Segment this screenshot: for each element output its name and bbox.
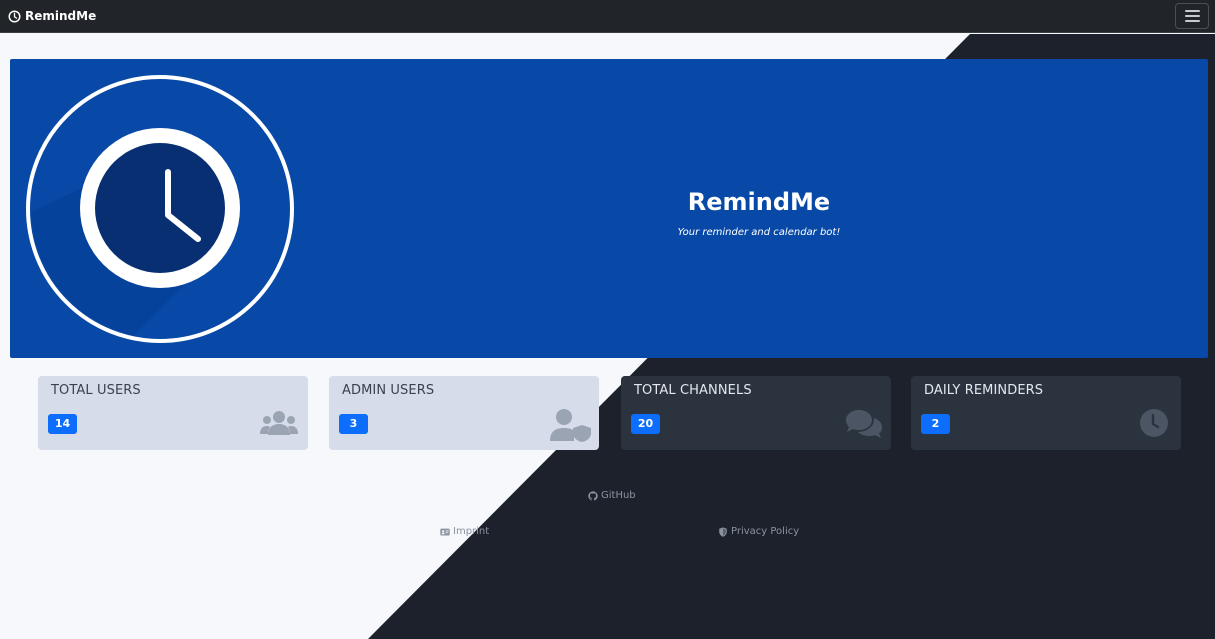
brand-label: RemindMe (25, 9, 97, 23)
top-navbar: RemindMe (0, 0, 1215, 33)
shield-icon (719, 526, 727, 537)
privacy-policy-link[interactable]: Privacy Policy (718, 526, 799, 537)
stat-card-total-channels: TOTAL CHANNELS 20 (621, 376, 891, 450)
comments-icon (846, 410, 882, 438)
github-link[interactable]: GitHub (588, 490, 636, 501)
privacy-policy-label: Privacy Policy (731, 526, 800, 537)
github-icon (588, 490, 598, 500)
id-card-icon (440, 528, 450, 535)
github-label: GitHub (601, 490, 636, 501)
clock-logo-icon (26, 75, 294, 343)
stat-label: DAILY REMINDERS (924, 383, 1044, 398)
hero-title: RemindMe (687, 188, 831, 216)
imprint-label: Imprint (453, 526, 490, 537)
imprint-link[interactable]: Imprint (440, 526, 489, 537)
clock-icon (8, 9, 21, 23)
hero-banner: RemindMe Your reminder and calendar bot! (10, 59, 1208, 358)
hero-subtitle: Your reminder and calendar bot! (677, 227, 841, 238)
stat-label: ADMIN USERS (342, 383, 435, 398)
users-icon (260, 411, 298, 435)
stat-label: TOTAL USERS (51, 383, 141, 398)
stat-card-admin-users: ADMIN USERS 3 (329, 376, 599, 450)
stat-value-badge: 20 (631, 414, 660, 434)
hamburger-menu-icon (1184, 10, 1200, 12)
stat-card-daily-reminders: DAILY REMINDERS 2 (911, 376, 1181, 450)
stat-value-badge: 3 (339, 414, 368, 434)
user-shield-icon (550, 409, 591, 442)
navbar-brand[interactable]: RemindMe (8, 8, 96, 24)
stat-card-total-users: TOTAL USERS 14 (38, 376, 308, 450)
stat-label: TOTAL CHANNELS (634, 383, 752, 398)
clock-icon (1140, 409, 1168, 437)
navbar-toggle-button[interactable] (1175, 3, 1209, 29)
stat-value-badge: 14 (48, 414, 77, 434)
stat-value-badge: 2 (921, 414, 950, 434)
